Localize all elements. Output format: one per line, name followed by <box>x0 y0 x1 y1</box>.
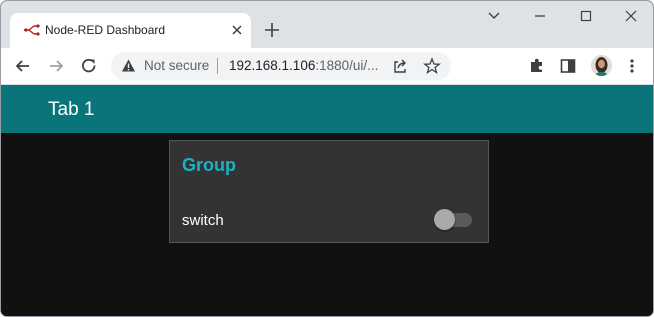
url-rest: :1880/ui/... <box>315 58 379 73</box>
switch-thumb[interactable] <box>434 209 455 230</box>
url-text[interactable]: 192.168.1.106:1880/ui/... <box>229 58 378 73</box>
tab-title: Node-RED Dashboard <box>45 23 166 37</box>
close-icon[interactable] <box>228 21 246 39</box>
profile-picture <box>591 55 612 76</box>
close-icon[interactable] <box>621 7 641 25</box>
switch-toggle[interactable] <box>434 209 472 230</box>
switch-label: switch <box>182 212 224 229</box>
back-arrow-icon[interactable] <box>13 56 33 76</box>
group-card: Group switch <box>169 140 489 243</box>
chevron-down-icon[interactable] <box>484 7 504 25</box>
reload-icon[interactable] <box>79 56 99 76</box>
browser-toolbar: Not secure 192.168.1.106:1880/ui/... <box>1 48 653 85</box>
dashboard-header: Tab 1 <box>1 85 653 133</box>
kebab-menu-icon[interactable] <box>622 56 642 76</box>
forward-arrow-icon[interactable] <box>46 56 66 76</box>
warning-icon[interactable] <box>121 58 136 73</box>
group-title: Group <box>182 155 236 175</box>
side-panel-icon[interactable] <box>558 56 578 76</box>
maximize-icon[interactable] <box>576 7 596 25</box>
node-red-icon <box>24 24 40 36</box>
puzzle-icon[interactable] <box>527 56 547 76</box>
minimize-icon[interactable] <box>530 7 550 25</box>
url-host: 192.168.1.106 <box>229 58 316 73</box>
plus-icon[interactable] <box>262 20 282 40</box>
tab-strip: Node-RED Dashboard <box>1 1 653 48</box>
star-icon[interactable] <box>423 57 441 75</box>
address-separator <box>217 58 218 74</box>
browser-window: Node-RED Dashboard Not secure 192.168.1.… <box>0 0 654 317</box>
share-icon[interactable] <box>391 57 409 75</box>
avatar[interactable] <box>591 55 612 76</box>
address-bar[interactable]: Not secure 192.168.1.106:1880/ui/... <box>111 52 451 80</box>
security-label[interactable]: Not secure <box>144 58 209 73</box>
browser-tab[interactable]: Node-RED Dashboard <box>10 13 251 48</box>
page-title: Tab 1 <box>48 99 95 120</box>
dashboard-page: Tab 1 Group switch <box>1 85 653 316</box>
